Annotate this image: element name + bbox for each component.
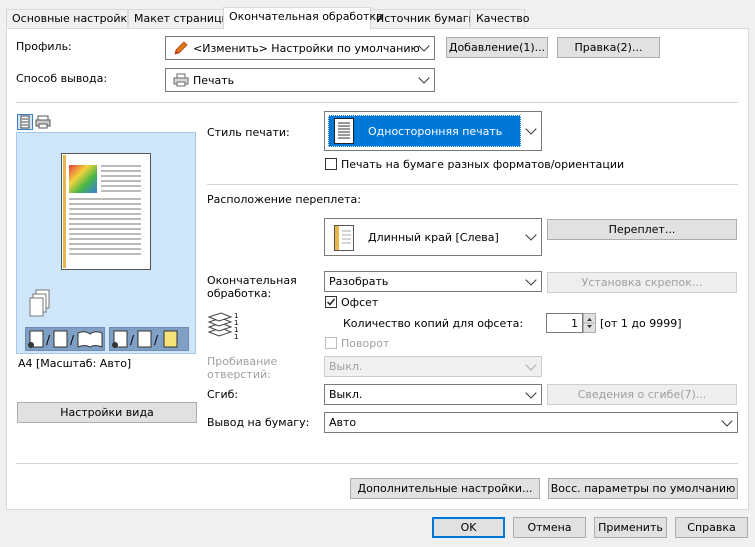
fold-label: Сгиб: [207, 388, 239, 401]
svg-text:/: / [46, 333, 51, 347]
cancel-button[interactable]: Отмена [513, 517, 586, 538]
print-style-value: Односторонняя печать [368, 125, 503, 138]
separator [16, 102, 738, 103]
profile-value: <Изменить> Настройки по умолчанию [193, 42, 420, 55]
rotate-checkbox[interactable] [325, 337, 337, 349]
tab-label: Макет страницы [134, 12, 231, 25]
printer-icon [173, 73, 189, 90]
view-settings-button[interactable]: Настройки вида [17, 402, 197, 423]
staple-settings-button[interactable]: Установка скрепок... [547, 272, 737, 293]
binding-left-icon [334, 225, 354, 254]
profile-label: Профиль: [16, 40, 72, 53]
offset-copies-input[interactable]: 1 [546, 313, 583, 333]
punch-label-text: Пробивание отверстий: [207, 355, 278, 381]
tab-label: Источник бумаги [376, 12, 476, 25]
offset-checkbox[interactable] [325, 296, 337, 308]
offset-copies-stepper[interactable] [583, 313, 596, 333]
pencil-icon [173, 40, 189, 59]
mixed-formats-label: Печать на бумаге разных форматов/ориента… [341, 158, 625, 171]
paper-output-value: Авто [329, 416, 357, 429]
chevron-down-icon [525, 229, 537, 241]
fold-details-button[interactable]: Сведения о сгибе(7)... [547, 384, 737, 405]
binding-button[interactable]: Переплет... [547, 219, 737, 240]
offset-copies-label: Количество копий для офсета: [343, 317, 524, 330]
rotate-label: Поворот [341, 337, 390, 350]
profile-select[interactable]: <Изменить> Настройки по умолчанию [165, 36, 435, 60]
layout-icons-group-left[interactable]: / / [25, 327, 105, 351]
printer-view-icon[interactable] [35, 115, 51, 132]
paper-output-select[interactable]: Авто [324, 412, 738, 433]
print-style-select[interactable]: Односторонняя печать [324, 111, 542, 151]
chevron-down-icon [721, 414, 733, 427]
punch-select[interactable]: Выкл. [324, 356, 542, 377]
advanced-settings-button[interactable]: Дополнительные настройки... [350, 478, 540, 499]
offset-label: Офсет [341, 296, 379, 309]
mixed-formats-checkbox[interactable] [325, 158, 337, 170]
tab-basic-settings[interactable]: Основные настройки [6, 9, 134, 27]
print-preview: / / / / [16, 132, 196, 354]
page-preview-illustration [61, 153, 151, 270]
offset-range-label: [от 1 до 9999] [600, 317, 682, 330]
punch-label: Пробивание отверстий: [207, 355, 317, 381]
chevron-down-icon [418, 72, 430, 84]
print-style-label: Стиль печати: [207, 126, 290, 139]
svg-text:/: / [154, 333, 159, 347]
edit-profile-button[interactable]: Правка(2)... [557, 37, 660, 58]
separator [16, 463, 738, 464]
finishing-value: Разобрать [329, 275, 389, 288]
help-button[interactable]: Справка [675, 517, 748, 538]
tab-label: Окончательная обработка [229, 10, 383, 23]
ok-button[interactable]: OK [432, 517, 505, 538]
fold-value: Выкл. [329, 388, 363, 401]
chevron-down-icon [525, 123, 537, 135]
punch-value: Выкл. [329, 360, 363, 373]
chevron-down-icon [525, 386, 537, 399]
restore-defaults-button[interactable]: Восс. параметры по умолчанию [548, 478, 738, 499]
paper-stack-icon [29, 289, 50, 317]
apply-button[interactable]: Применить [594, 517, 667, 538]
preview-caption: А4 [Масштаб: Авто] [18, 357, 132, 370]
binding-label: Расположение переплета: [207, 193, 361, 206]
chevron-down-icon [525, 358, 537, 371]
finishing-label-text: Окончательная обработка: [207, 274, 297, 300]
finishing-select[interactable]: Разобрать [324, 271, 542, 292]
binding-select[interactable]: Длинный край [Слева] [324, 218, 542, 256]
tab-page-layout[interactable]: Макет страницы [128, 9, 230, 27]
binding-value: Длинный край [Слева] [368, 231, 499, 244]
fold-select[interactable]: Выкл. [324, 384, 542, 405]
output-method-select[interactable]: Печать [165, 68, 435, 92]
offset-stack-icon: 1111 [207, 308, 243, 343]
tab-paper-source[interactable]: Источник бумаги [370, 9, 476, 27]
finishing-label: Окончательная обработка: [207, 274, 307, 300]
svg-text:/: / [70, 333, 75, 347]
tab-label: Качество [476, 12, 530, 25]
add-profile-button[interactable]: Добавление(1)... [446, 37, 548, 58]
tab-quality[interactable]: Качество [470, 9, 530, 27]
layout-icons-group-right[interactable]: / / [109, 327, 189, 351]
offset-copies-value: 1 [571, 317, 578, 330]
chevron-down-icon [418, 40, 430, 52]
tab-finishing[interactable]: Окончательная обработка [223, 7, 383, 29]
separator [207, 184, 738, 185]
paper-output-label: Вывод на бумагу: [207, 416, 310, 429]
chevron-down-icon [525, 273, 537, 286]
output-method-value: Печать [193, 74, 235, 87]
tab-label: Основные настройки [12, 12, 135, 25]
page-view-icon[interactable] [17, 114, 33, 133]
svg-text:1: 1 [234, 333, 238, 340]
svg-text:/: / [130, 333, 135, 347]
output-method-label: Способ вывода: [16, 72, 108, 85]
single-sided-page-icon [334, 118, 354, 147]
